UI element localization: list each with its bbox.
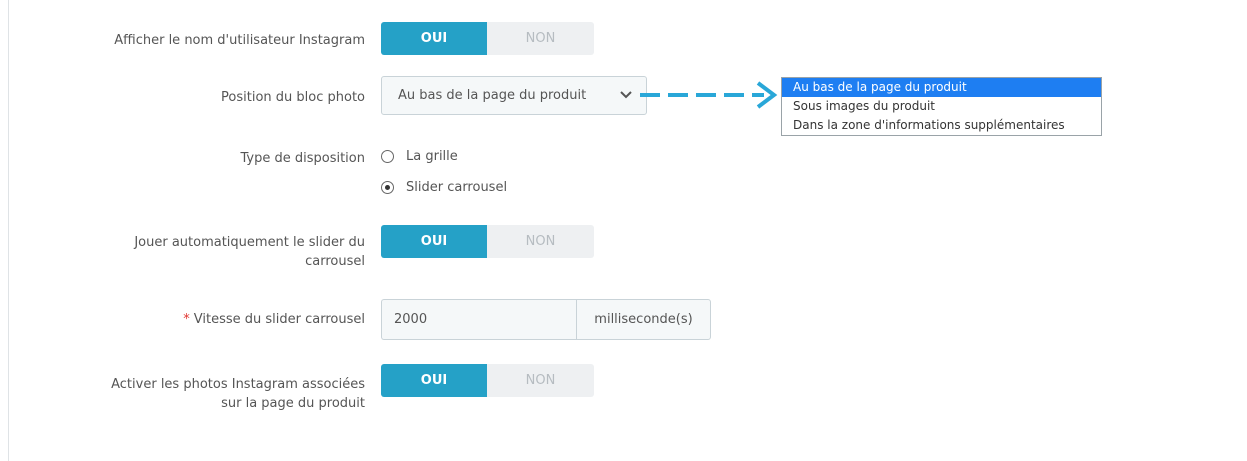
- autoplay-label: Jouer automatiquement le slider du carro…: [134, 233, 365, 271]
- radio-unchecked-icon[interactable]: [381, 150, 394, 163]
- layout-label: Type de disposition: [240, 151, 365, 166]
- related-photos-label: Activer les photos Instagram associées s…: [111, 375, 365, 413]
- autoplay-toggle[interactable]: OUI NON: [381, 225, 594, 258]
- left-border: [8, 0, 9, 461]
- speed-label-text: Vitesse du slider carrousel: [193, 312, 365, 327]
- dropdown-option[interactable]: Sous images du produit: [782, 97, 1101, 116]
- username-toggle-no[interactable]: NON: [487, 22, 594, 55]
- position-label: Position du bloc photo: [221, 90, 365, 105]
- speed-input-group[interactable]: 2000 milliseconde(s): [381, 299, 711, 340]
- related-photos-toggle-no[interactable]: NON: [487, 364, 594, 397]
- related-photos-label-line2: sur la page du produit: [221, 396, 365, 411]
- layout-radio-slider-label: Slider carrousel: [406, 180, 508, 195]
- username-toggle-yes[interactable]: OUI: [381, 22, 487, 55]
- chevron-down-icon: [620, 91, 632, 99]
- related-photos-label-line1: Activer les photos Instagram associées: [111, 377, 365, 392]
- layout-radio-grid-label: La grille: [406, 149, 458, 164]
- autoplay-toggle-yes[interactable]: OUI: [381, 225, 487, 258]
- related-photos-toggle[interactable]: OUI NON: [381, 364, 594, 397]
- speed-unit-addon: milliseconde(s): [576, 299, 711, 340]
- radio-checked-icon[interactable]: [381, 181, 394, 194]
- related-photos-toggle-yes[interactable]: OUI: [381, 364, 487, 397]
- speed-label: * Vitesse du slider carrousel: [183, 310, 365, 329]
- speed-input[interactable]: 2000: [381, 299, 576, 340]
- autoplay-label-line1: Jouer automatiquement le slider du: [134, 235, 365, 250]
- username-toggle[interactable]: OUI NON: [381, 22, 594, 55]
- dashed-arrow-icon: [640, 81, 778, 109]
- position-select[interactable]: Au bas de la page du produit: [381, 76, 647, 115]
- dropdown-option[interactable]: Dans la zone d'informations supplémentai…: [782, 116, 1101, 135]
- layout-radio-grid[interactable]: La grille: [381, 149, 458, 164]
- username-label: Afficher le nom d'utilisateur Instagram: [114, 33, 365, 48]
- dropdown-option[interactable]: Au bas de la page du produit: [782, 78, 1101, 97]
- position-dropdown-list[interactable]: Au bas de la page du produit Sous images…: [781, 77, 1102, 136]
- layout-radio-slider[interactable]: Slider carrousel: [381, 180, 507, 195]
- autoplay-label-line2: carrousel: [305, 254, 365, 269]
- required-mark: *: [183, 312, 190, 327]
- position-select-value: Au bas de la page du produit: [398, 88, 587, 103]
- autoplay-toggle-no[interactable]: NON: [487, 225, 594, 258]
